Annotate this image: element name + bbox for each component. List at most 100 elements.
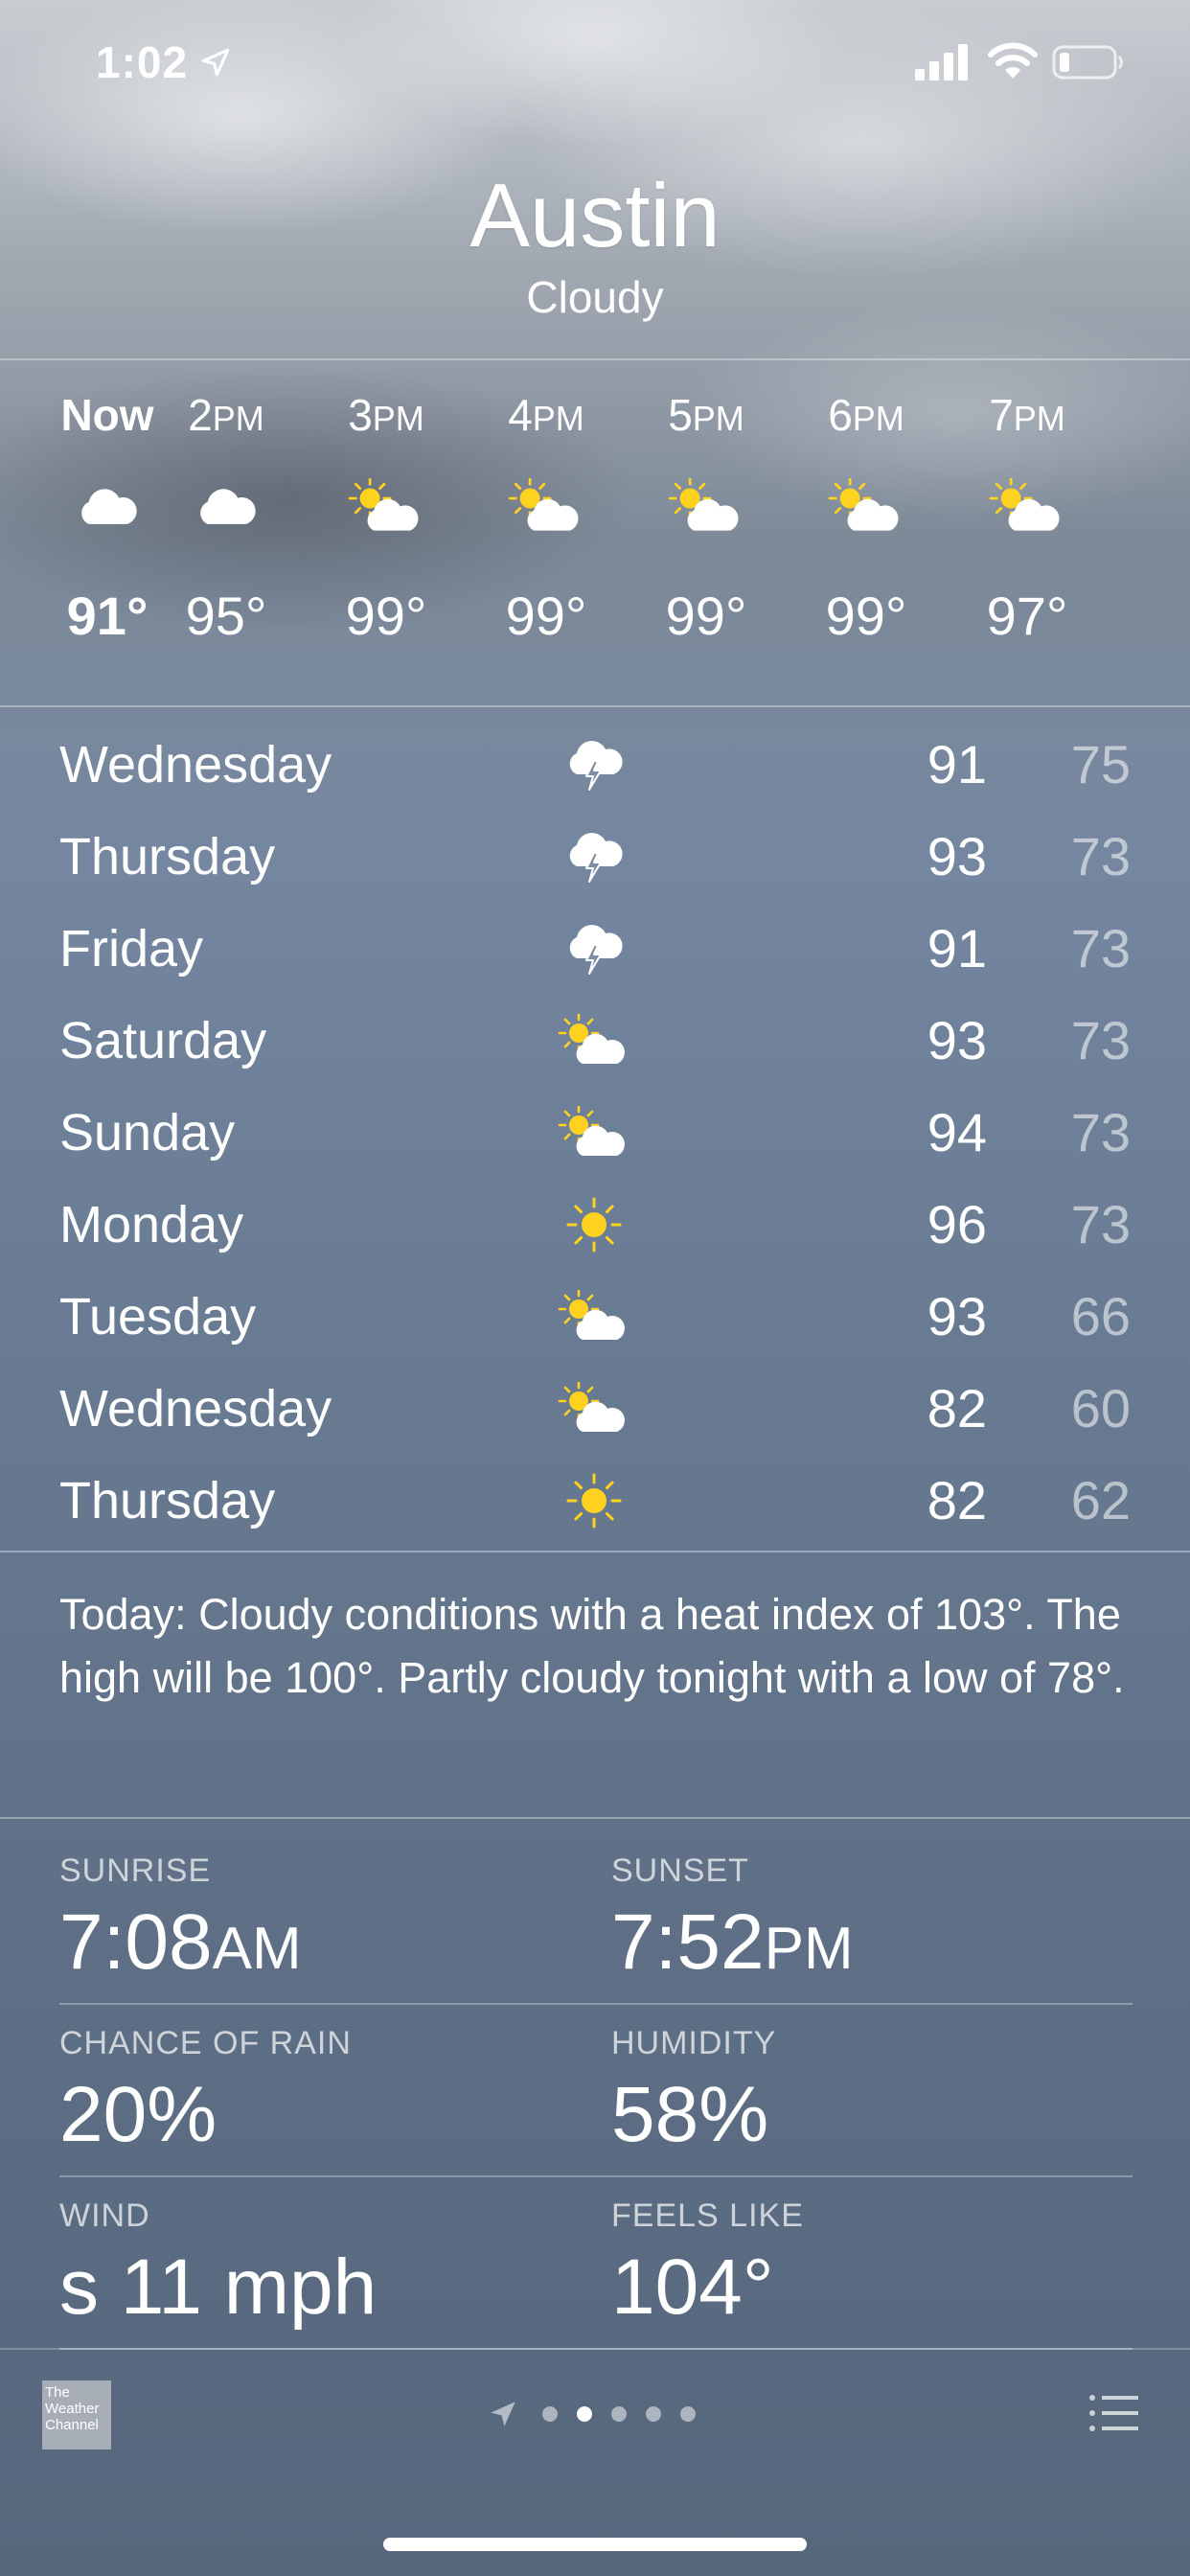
detail-row: WIND s 11 mph FEELS LIKE 104° (59, 2175, 1133, 2350)
bottom-toolbar: The Weather Channel (0, 2348, 1190, 2474)
hour-label: 6PM (828, 390, 904, 440)
hour-temp: 95° (185, 586, 267, 646)
location-arrow-icon (491, 2402, 515, 2426)
daily-row: Saturday 93 73 (0, 995, 1190, 1087)
hourly-item: 4PM 99° (479, 362, 613, 659)
divider (0, 1551, 1190, 1552)
cloud-icon (40, 448, 174, 564)
wind-value: s 11 mph (59, 2243, 378, 2331)
thunderstorm-icon (551, 920, 637, 978)
page-dot[interactable] (680, 2406, 696, 2422)
feels-like-cell: FEELS LIKE 104° (611, 2189, 1148, 2333)
divider (0, 1817, 1190, 1819)
hour-temp: 99° (825, 586, 907, 646)
weather-channel-logo[interactable]: The Weather Channel (42, 2380, 111, 2450)
page-dot[interactable] (577, 2406, 592, 2422)
current-condition: Cloudy (526, 272, 664, 322)
sun-icon (551, 1472, 637, 1530)
location-header: Austin Cloudy (0, 163, 1190, 326)
city-name: Austin (469, 165, 721, 265)
hour-temp: 91° (66, 586, 149, 646)
hourly-item: 6PM 99° (799, 362, 933, 659)
status-time: 1:02 (96, 37, 189, 87)
daily-row: Thursday 82 62 (0, 1455, 1190, 1547)
day-high: 96 (927, 1194, 987, 1254)
hour-label: Now (60, 390, 154, 440)
day-low: 73 (1070, 826, 1131, 886)
hourly-item: Now 91° (40, 362, 174, 659)
daily-row: Monday 96 73 (0, 1179, 1190, 1271)
daily-row: Wednesday 82 60 (0, 1363, 1190, 1455)
humidity-value: 58% (611, 2071, 769, 2158)
partly-sunny-icon (551, 1288, 637, 1346)
day-low: 73 (1070, 1010, 1131, 1070)
hour-temp: 99° (345, 586, 427, 646)
sun-icon (551, 1196, 637, 1254)
day-high: 91 (927, 734, 987, 794)
thunderstorm-icon (551, 828, 637, 886)
chance-of-rain-value: 20% (59, 2071, 217, 2158)
home-indicator[interactable] (383, 2538, 807, 2551)
sunset-cell: SUNSET 7:52PM (611, 1844, 1148, 1994)
day-low: 62 (1070, 1470, 1131, 1530)
location-arrow-icon (201, 48, 230, 77)
city-list-icon[interactable] (1088, 2392, 1138, 2434)
day-low: 73 (1070, 918, 1131, 978)
day-low: 73 (1070, 1194, 1131, 1254)
day-name: Wednesday (59, 1380, 332, 1438)
day-high: 93 (927, 826, 987, 886)
hour-label: 7PM (989, 390, 1065, 440)
day-high: 93 (927, 1286, 987, 1346)
day-low: 66 (1070, 1286, 1131, 1346)
day-name: Friday (59, 920, 204, 978)
wifi-icon (988, 42, 1038, 79)
partly-sunny-icon (319, 448, 453, 564)
sunrise-label: SUNRISE (59, 1852, 212, 1889)
partly-sunny-icon (551, 1380, 637, 1438)
hourly-forecast[interactable]: Now 91° 2PM 95° 3PM 99° 4PM 99° 5PM 99° 6PM 99° 7PM 9… (0, 362, 1190, 707)
partly-sunny-icon (551, 1104, 637, 1162)
hour-label: 4PM (508, 390, 584, 440)
daily-row: Thursday 93 73 (0, 811, 1190, 903)
partly-sunny-icon (639, 448, 773, 564)
hour-temp: 99° (505, 586, 587, 646)
daily-row: Sunday 94 73 (0, 1087, 1190, 1179)
hourly-item: 3PM 99° (319, 362, 453, 659)
day-low: 75 (1070, 734, 1131, 794)
humidity-label: HUMIDITY (611, 2025, 777, 2061)
partly-sunny-icon (799, 448, 933, 564)
sunrise-cell: SUNRISE 7:08AM (59, 1844, 596, 1994)
hourly-item: 7PM 97° (960, 362, 1094, 659)
cloud-icon (159, 448, 293, 564)
day-name: Monday (59, 1196, 244, 1254)
wind-label: WIND (59, 2197, 150, 2234)
today-summary: Today: Cloudy conditions with a heat ind… (59, 1590, 1125, 1702)
hour-label: 5PM (668, 390, 744, 440)
sunset-value: 7:52PM (611, 1898, 854, 1986)
detail-row: CHANCE OF RAIN 20% HUMIDITY 58% (59, 2003, 1133, 2177)
day-name: Saturday (59, 1012, 267, 1070)
humidity-cell: HUMIDITY 58% (611, 2016, 1148, 2160)
page-dot[interactable] (542, 2406, 558, 2422)
page-indicator[interactable] (487, 2398, 696, 2430)
day-high: 94 (927, 1102, 987, 1162)
daily-row: Tuesday 93 66 (0, 1271, 1190, 1363)
hour-label: 2PM (188, 390, 264, 440)
page-dot[interactable] (646, 2406, 661, 2422)
feels-like-label: FEELS LIKE (611, 2197, 804, 2234)
page-dot[interactable] (611, 2406, 627, 2422)
day-high: 91 (927, 918, 987, 978)
battery-icon (1052, 45, 1123, 80)
thunderstorm-icon (551, 736, 637, 794)
day-name: Thursday (59, 828, 276, 886)
cellular-signal-icon (915, 44, 968, 80)
sunrise-value: 7:08AM (59, 1898, 302, 1986)
hourly-item: 5PM 99° (639, 362, 773, 659)
status-bar: 1:02 (0, 0, 1190, 125)
partly-sunny-icon (960, 448, 1094, 564)
hour-temp: 97° (986, 586, 1068, 646)
day-name: Thursday (59, 1472, 276, 1530)
hour-label: 3PM (348, 390, 424, 440)
divider (0, 705, 1190, 707)
day-low: 60 (1070, 1378, 1131, 1438)
